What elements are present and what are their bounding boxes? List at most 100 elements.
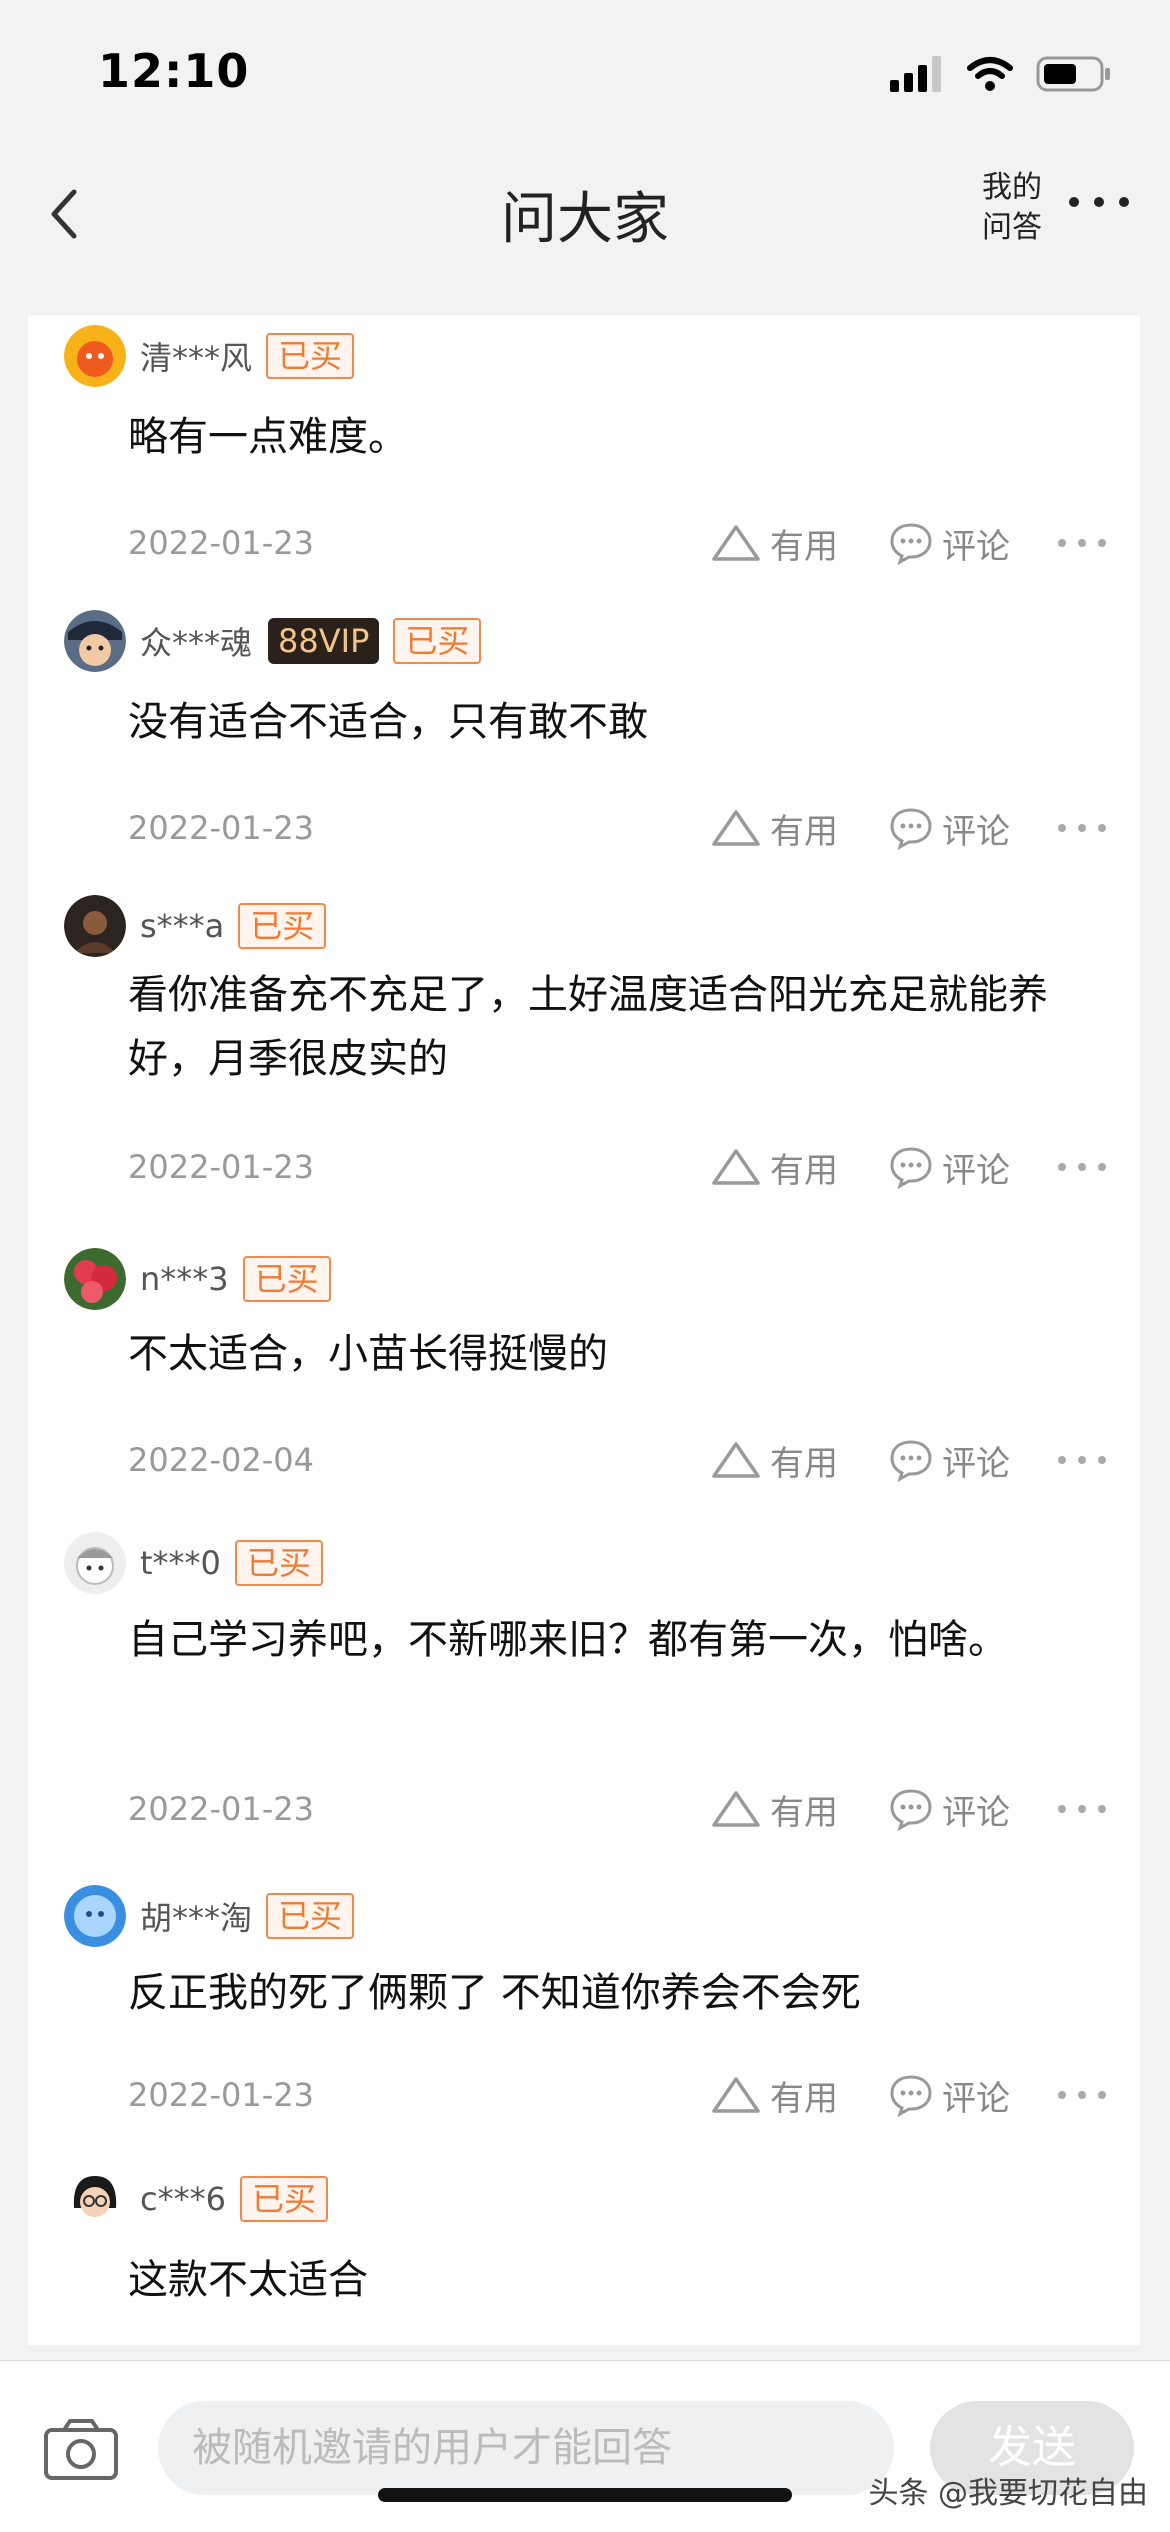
useful-button[interactable]: 有用	[710, 1436, 838, 1485]
avatar[interactable]	[64, 2168, 126, 2230]
camera-icon[interactable]	[42, 2416, 120, 2482]
answer-date: 2022-02-04	[128, 1441, 314, 1479]
comment-label: 评论	[942, 1792, 1010, 1833]
thumb-up-icon	[712, 1442, 760, 1478]
avatar[interactable]	[64, 1248, 126, 1310]
answer-meta: 2022-01-23 有用 评论	[128, 513, 1110, 573]
username: n***3	[140, 1260, 229, 1298]
battery-icon	[1036, 56, 1110, 92]
more-icon[interactable]	[1064, 182, 1134, 222]
answer-meta: 2022-01-23 有用 评论	[128, 1779, 1110, 1839]
useful-label: 有用	[770, 1792, 838, 1833]
useful-button[interactable]: 有用	[710, 1785, 838, 1834]
thumb-up-icon	[712, 525, 760, 561]
user-row: t***0 已买	[64, 1532, 323, 1594]
useful-label: 有用	[770, 2078, 838, 2119]
more-icon[interactable]	[1054, 533, 1110, 553]
comment-icon	[890, 523, 932, 565]
answer-input[interactable]: 被随机邀请的用户才能回答	[158, 2401, 894, 2495]
more-icon[interactable]	[1054, 1157, 1110, 1177]
my-qa-label-line2: 问答	[982, 210, 1042, 245]
comment-icon	[890, 1789, 932, 1831]
answer-text: 这款不太适合	[128, 2257, 368, 2303]
user-row: 清***风 已买	[64, 325, 355, 387]
answer-text: 不太适合，小苗长得挺慢的	[128, 1331, 608, 1377]
bought-badge: 已买	[239, 2176, 328, 2222]
answer-date: 2022-01-23	[128, 2076, 314, 2114]
user-row: 胡***淘 已买	[64, 1885, 355, 1947]
answer-text: 自己学习养吧，不新哪来旧？都有第一次，怕啥。	[128, 1617, 1008, 1663]
nav-bar: 问大家 我的 问答	[0, 140, 1170, 310]
bought-badge: 已买	[266, 1893, 355, 1939]
comment-label: 评论	[942, 2078, 1010, 2119]
my-qa-label-line1: 我的	[982, 170, 1042, 205]
answer-meta: 2022-02-04 有用 评论	[128, 1430, 1110, 1490]
comment-icon	[890, 2075, 932, 2117]
thumb-up-icon	[712, 2077, 760, 2113]
watermark: 头条 @我要切花自由	[868, 2476, 1148, 2511]
useful-label: 有用	[770, 811, 838, 852]
answer-meta: 2022-01-23 有用 评论	[128, 2065, 1110, 2125]
avatar[interactable]	[64, 610, 126, 672]
username: c***6	[140, 2180, 226, 2218]
avatar[interactable]	[64, 325, 126, 387]
status-icons	[890, 52, 1112, 96]
answer-text: 没有适合不适合，只有敢不敢	[128, 699, 648, 745]
answers-list: 清***风 已买 略有一点难度。 2022-01-23 有用 评论 众***魂 …	[28, 315, 1140, 2345]
comment-button[interactable]: 评论	[888, 1436, 1010, 1485]
user-row: 众***魂 88VIP 已买	[64, 610, 482, 672]
avatar[interactable]	[64, 895, 126, 957]
vip-badge: 88VIP	[268, 618, 380, 664]
comment-icon	[890, 808, 932, 850]
comment-button[interactable]: 评论	[888, 804, 1010, 853]
comment-button[interactable]: 评论	[888, 1785, 1010, 1834]
answer-text: 略有一点难度。	[128, 414, 408, 460]
comment-label: 评论	[942, 1443, 1010, 1484]
thumb-up-icon	[712, 1149, 760, 1185]
wifi-icon	[967, 57, 1013, 91]
thumb-up-icon	[712, 1791, 760, 1827]
useful-button[interactable]: 有用	[710, 2071, 838, 2120]
answer-date: 2022-01-23	[128, 809, 314, 847]
more-icon[interactable]	[1054, 1799, 1110, 1819]
useful-button[interactable]: 有用	[710, 519, 838, 568]
home-indicator	[378, 2488, 792, 2502]
username: s***a	[140, 907, 225, 945]
signal-icon	[890, 56, 941, 92]
username: 清***风	[140, 339, 253, 377]
useful-label: 有用	[770, 1443, 838, 1484]
avatar[interactable]	[64, 1532, 126, 1594]
answer-text: 反正我的死了俩颗了 不知道你养会不会死	[128, 1970, 861, 2016]
bought-badge: 已买	[266, 333, 355, 379]
more-icon[interactable]	[1054, 2085, 1110, 2105]
useful-label: 有用	[770, 1150, 838, 1191]
answer-date: 2022-01-23	[128, 1148, 314, 1186]
comment-icon	[890, 1147, 932, 1189]
bought-badge: 已买	[234, 1540, 323, 1586]
more-icon[interactable]	[1054, 1450, 1110, 1470]
useful-button[interactable]: 有用	[710, 804, 838, 853]
user-row: s***a 已买	[64, 895, 327, 957]
avatar[interactable]	[64, 1885, 126, 1947]
answer-date: 2022-01-23	[128, 524, 314, 562]
answer-date: 2022-01-23	[128, 1790, 314, 1828]
comment-button[interactable]: 评论	[888, 2071, 1010, 2120]
bought-badge: 已买	[238, 903, 327, 949]
useful-button[interactable]: 有用	[710, 1143, 838, 1192]
username: 众***魂	[140, 624, 253, 662]
comment-button[interactable]: 评论	[888, 519, 1010, 568]
more-icon[interactable]	[1054, 818, 1110, 838]
thumb-up-icon	[712, 810, 760, 846]
useful-label: 有用	[770, 526, 838, 567]
status-bar: 12:10	[0, 0, 1170, 140]
comment-icon	[890, 1440, 932, 1482]
username: 胡***淘	[140, 1899, 253, 1937]
user-row: c***6 已买	[64, 2168, 328, 2230]
answer-meta: 2022-01-23 有用 评论	[128, 798, 1110, 858]
comment-button[interactable]: 评论	[888, 1143, 1010, 1192]
my-qa-button[interactable]: 我的 问答	[972, 168, 1052, 248]
bought-badge: 已买	[242, 1256, 331, 1302]
comment-label: 评论	[942, 811, 1010, 852]
comment-label: 评论	[942, 526, 1010, 567]
comment-label: 评论	[942, 1150, 1010, 1191]
